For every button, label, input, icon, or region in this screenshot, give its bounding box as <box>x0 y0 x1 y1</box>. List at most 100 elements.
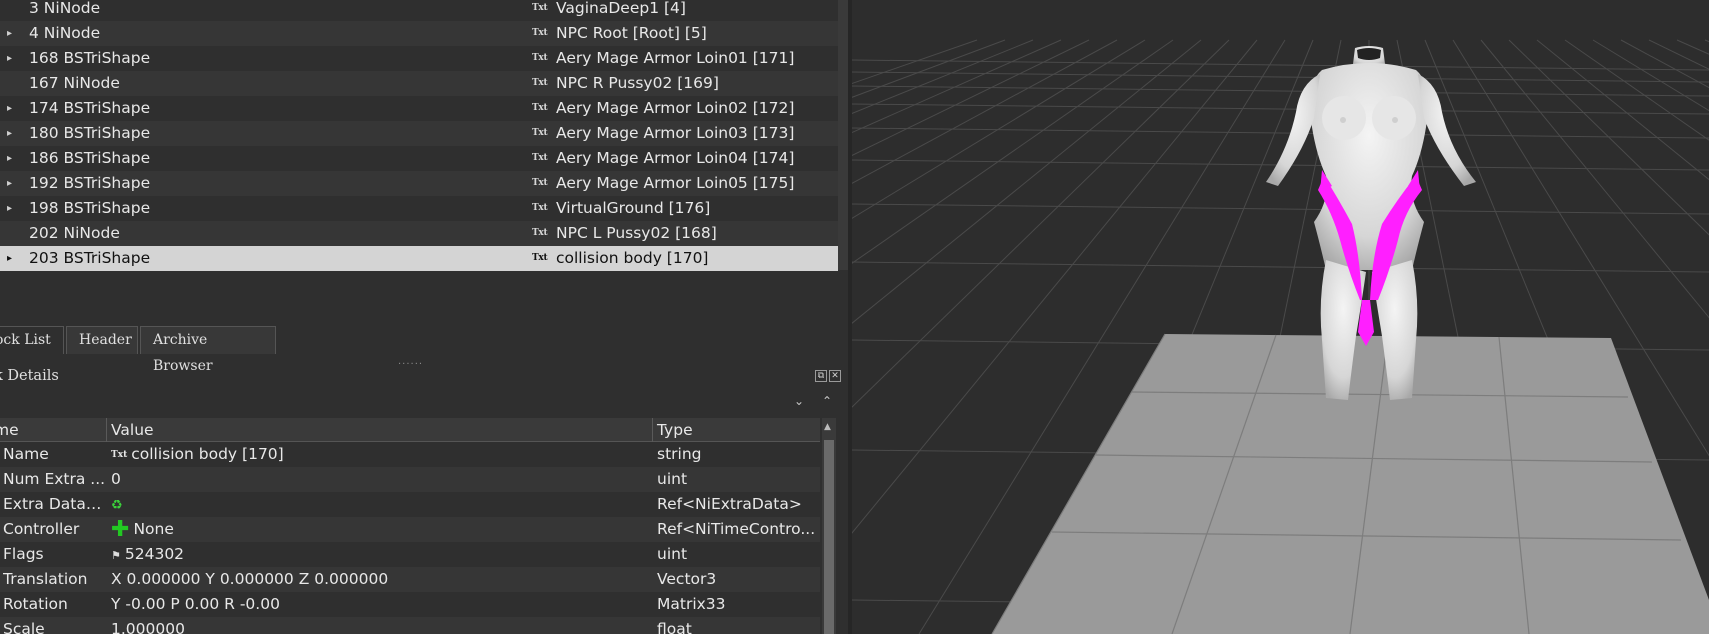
tab-archive-browser[interactable]: Archive Browser <box>140 326 276 374</box>
field-name: Controller <box>3 520 80 538</box>
block-id-label: 202 NiNode <box>29 224 120 242</box>
float-icon[interactable]: ⧉ <box>815 370 827 382</box>
chevron-down-icon[interactable]: ⌄ <box>794 394 804 408</box>
details-row[interactable]: Rotation Y -0.00 P 0.00 R -0.00 Matrix33 <box>0 592 820 617</box>
field-value[interactable]: X 0.000000 Y 0.000000 Z 0.000000 <box>111 567 651 592</box>
field-type: Ref<NiTimeContro... <box>657 520 816 538</box>
tree-row[interactable]: 202 NiNode Txt NPC L Pussy02 [168] <box>0 221 838 246</box>
field-value-text: 1.000000 <box>111 620 185 634</box>
plus-icon: ✚ <box>111 517 130 542</box>
bottom-tab-bar: ock List Header Archive Browser <box>0 326 848 374</box>
chevron-up-icon[interactable]: ⌃ <box>822 394 832 408</box>
field-value[interactable]: Txt collision body [170] <box>111 442 651 468</box>
expand-arrow-icon[interactable]: ▸ <box>7 171 17 196</box>
txt-icon: Txt <box>532 53 548 63</box>
splitter-handle[interactable]: ...... <box>398 356 423 367</box>
block-name-label: NPC L Pussy02 [168] <box>556 224 717 242</box>
field-name: Translation <box>3 570 88 588</box>
block-id-label: 203 BSTriShape <box>29 249 151 267</box>
field-value[interactable]: ♻ <box>111 492 651 518</box>
block-name-label: Aery Mage Armor Loin05 [175] <box>556 174 795 192</box>
txt-icon: Txt <box>532 253 548 263</box>
tree-row[interactable]: ▸ 168 BSTriShape Txt Aery Mage Armor Loin01… <box>0 46 838 71</box>
details-grid-header: me Value Type <box>0 418 820 442</box>
column-header-value[interactable]: Value <box>111 418 154 442</box>
tree-row[interactable]: ▸ 192 BSTriShape Txt Aery Mage Armor Loin05… <box>0 171 838 196</box>
expand-arrow-icon[interactable]: ▸ <box>7 146 17 171</box>
details-row[interactable]: Num Extra ... 0 uint <box>0 467 820 492</box>
expand-arrow-icon[interactable]: ▸ <box>7 46 17 71</box>
field-name: Num Extra ... <box>3 470 106 488</box>
block-id-label: 192 BSTriShape <box>29 174 151 192</box>
block-tree[interactable]: 3 NiNode Txt VaginaDeep1 [4] ▸ 4 NiNode Txt NP… <box>0 0 838 271</box>
txt-icon: Txt <box>532 28 548 38</box>
column-header-name[interactable]: me <box>0 418 19 442</box>
viewport-scene[interactable] <box>852 0 1709 634</box>
block-id-label: 3 NiNode <box>29 0 101 17</box>
field-value[interactable]: 0 <box>111 467 651 492</box>
grid-line <box>852 261 1709 273</box>
grid-line <box>852 85 1709 97</box>
field-name: Name <box>3 445 49 463</box>
field-value-text: 0 <box>111 470 121 488</box>
expand-arrow-icon[interactable]: ▸ <box>7 21 17 46</box>
details-row[interactable]: Controller ✚ None Ref<NiTimeContro... <box>0 517 820 542</box>
scroll-up-icon[interactable]: ▲ <box>824 422 831 432</box>
block-name-label: Aery Mage Armor Loin02 [172] <box>556 99 795 117</box>
block-id-label: 168 BSTriShape <box>29 49 151 67</box>
txt-icon: Txt <box>532 203 548 213</box>
tree-row[interactable]: ▸ 198 BSTriShape Txt VirtualGround [176] <box>0 196 838 221</box>
tree-row[interactable]: 167 NiNode Txt NPC R Pussy02 [169] <box>0 71 838 96</box>
block-id-label: 180 BSTriShape <box>29 124 151 142</box>
flag-icon: ⚑ <box>111 549 121 562</box>
block-name-label: Aery Mage Armor Loin03 [173] <box>556 124 795 142</box>
column-separator[interactable] <box>106 418 107 442</box>
txt-icon: Txt <box>532 178 548 188</box>
block-name-label: Aery Mage Armor Loin01 [171] <box>556 49 795 67</box>
tab-block-list[interactable]: ock List <box>0 326 64 354</box>
tree-row[interactable]: ▸ 186 BSTriShape Txt Aery Mage Armor Loin04… <box>0 146 838 171</box>
details-row[interactable]: Extra Data L... ♻ Ref<NiExtraData> <box>0 492 820 517</box>
tab-header[interactable]: Header <box>66 326 138 354</box>
txt-icon: Txt <box>532 128 548 138</box>
block-name-label: NPC R Pussy02 [169] <box>556 74 719 92</box>
render-viewport[interactable] <box>852 0 1709 634</box>
field-value[interactable]: ⚑ 524302 <box>111 542 651 568</box>
tree-row[interactable]: ▸ 174 BSTriShape Txt Aery Mage Armor Loin02… <box>0 96 838 121</box>
block-id-label: 167 NiNode <box>29 74 120 92</box>
details-scrollbar[interactable]: ▲ <box>822 418 836 634</box>
column-header-type[interactable]: Type <box>657 418 693 442</box>
tree-row[interactable]: ▸ 180 BSTriShape Txt Aery Mage Armor Loin03… <box>0 121 838 146</box>
tree-row[interactable]: 3 NiNode Txt VaginaDeep1 [4] <box>0 0 838 21</box>
details-row[interactable]: Name Txt collision body [170] string <box>0 442 820 467</box>
txt-icon: Txt <box>111 450 128 460</box>
field-value[interactable]: ✚ None <box>111 517 651 542</box>
block-id-label: 186 BSTriShape <box>29 149 151 167</box>
field-type: string <box>657 445 702 463</box>
expand-arrow-icon[interactable]: ▸ <box>7 96 17 121</box>
close-icon[interactable]: ✕ <box>829 370 841 382</box>
txt-icon: Txt <box>532 78 548 88</box>
collapse-buttons: ⌄ ⌃ <box>790 394 840 410</box>
expand-arrow-icon[interactable]: ▸ <box>7 246 17 271</box>
expand-arrow-icon[interactable]: ▸ <box>7 196 17 221</box>
scrollbar-thumb[interactable] <box>824 440 834 634</box>
tree-scrollbar[interactable] <box>838 0 848 270</box>
tree-row[interactable]: ▸ 203 BSTriShape Txt collision body [170] <box>0 246 838 271</box>
column-separator[interactable] <box>652 418 653 442</box>
field-value[interactable]: Y -0.00 P 0.00 R -0.00 <box>111 592 651 617</box>
field-value[interactable]: 1.000000 <box>111 617 651 634</box>
details-row[interactable]: Flags ⚑ 524302 uint <box>0 542 820 567</box>
block-id-label: 174 BSTriShape <box>29 99 151 117</box>
txt-icon: Txt <box>532 153 548 163</box>
field-value-text: 524302 <box>124 545 185 563</box>
details-row[interactable]: Scale 1.000000 float <box>0 617 820 634</box>
field-type: uint <box>657 470 688 488</box>
field-value-text: Y -0.00 P 0.00 R -0.00 <box>111 595 280 613</box>
details-row[interactable]: Translation X 0.000000 Y 0.000000 Z 0.000… <box>0 567 820 592</box>
expand-arrow-icon[interactable]: ▸ <box>7 121 17 146</box>
txt-icon: Txt <box>532 3 548 13</box>
tree-row[interactable]: ▸ 4 NiNode Txt NPC Root [Root] [5] <box>0 21 838 46</box>
txt-icon: Txt <box>532 228 548 238</box>
grid-line <box>852 127 1709 139</box>
